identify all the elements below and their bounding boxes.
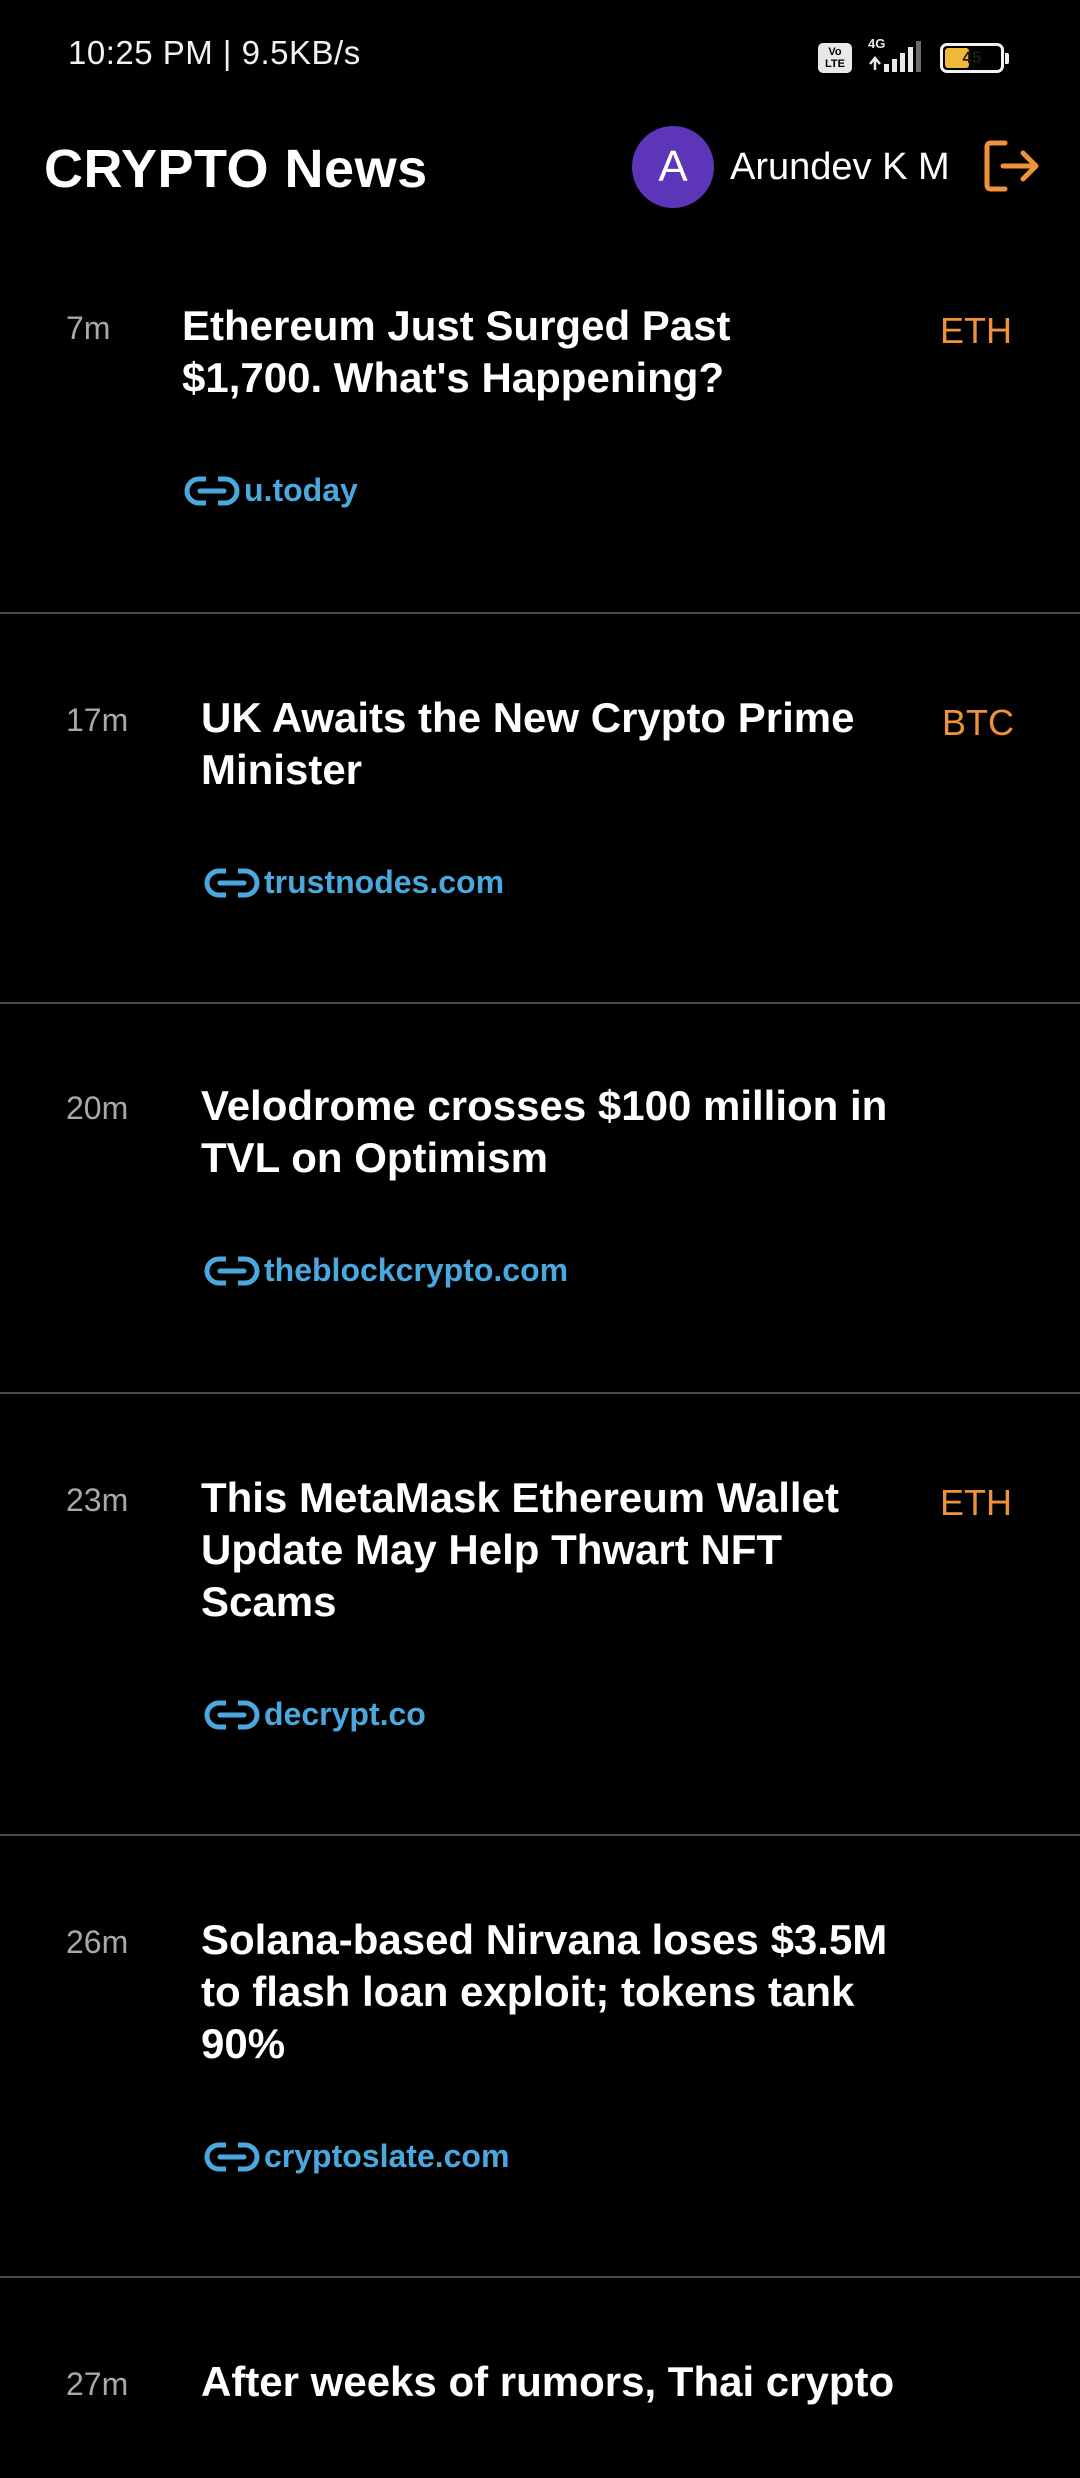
network-type-label: 4G — [868, 36, 886, 51]
news-source-label: trustnodes.com — [264, 864, 505, 900]
link-icon — [204, 1698, 262, 1732]
news-title[interactable]: This MetaMask Ethereum Wallet Update May… — [201, 1472, 901, 1628]
news-age: 23m — [66, 1482, 129, 1518]
news-item[interactable]: 26m Solana-based Nirvana loses $3.5M to … — [0, 1836, 1080, 2278]
status-icons: Vo LTE 4G 45 — [818, 36, 1009, 78]
news-source-link[interactable]: theblockcrypto.com — [204, 1252, 568, 1289]
news-source-label: cryptoslate.com — [264, 2138, 510, 2174]
news-item[interactable]: 23m This MetaMask Ethereum Wallet Update… — [0, 1394, 1080, 1836]
link-icon — [184, 474, 242, 508]
user-profile[interactable]: A Arundev K M — [632, 126, 950, 208]
status-time: 10:25 PM | 9.5KB/s — [68, 34, 361, 71]
news-item[interactable]: 7m Ethereum Just Surged Past $1,700. Wha… — [0, 256, 1080, 614]
link-icon — [204, 2140, 262, 2174]
news-source-link[interactable]: trustnodes.com — [204, 864, 504, 901]
news-feed: 7m Ethereum Just Surged Past $1,700. Wha… — [0, 256, 1080, 2478]
news-age: 7m — [66, 310, 111, 346]
news-item[interactable]: 17m UK Awaits the New Crypto Prime Minis… — [0, 614, 1080, 1004]
logout-button[interactable] — [980, 134, 1044, 198]
news-tag: BTC — [942, 702, 1014, 743]
news-item[interactable]: 27m After weeks of rumors, Thai crypto — [0, 2278, 1080, 2478]
user-name: Arundev K M — [730, 145, 950, 188]
news-age: 27m — [66, 2366, 129, 2402]
app-header: CRYPTO News A Arundev K M — [0, 116, 1080, 256]
news-source-label: theblockcrypto.com — [264, 1252, 569, 1288]
link-icon — [204, 866, 262, 900]
signal-icon: 4G — [866, 36, 926, 78]
status-bar: 10:25 PM | 9.5KB/s Vo LTE 4G 45 — [0, 0, 1080, 116]
news-tag: ETH — [940, 1482, 1012, 1523]
avatar[interactable]: A — [632, 126, 714, 208]
news-source-link[interactable]: cryptoslate.com — [204, 2138, 509, 2175]
news-tag: ETH — [940, 310, 1012, 351]
news-source-label: decrypt.co — [264, 1696, 426, 1732]
link-icon — [204, 1254, 262, 1288]
news-item[interactable]: 20m Velodrome crosses $100 million in TV… — [0, 1004, 1080, 1394]
news-age: 20m — [66, 1090, 129, 1126]
logout-icon — [984, 140, 1039, 192]
news-source-label: u.today — [244, 472, 358, 508]
news-title[interactable]: Solana-based Nirvana loses $3.5M to flas… — [201, 1914, 901, 2070]
news-age: 26m — [66, 1924, 129, 1960]
news-source-link[interactable]: u.today — [184, 472, 358, 509]
news-title[interactable]: UK Awaits the New Crypto Prime Minister — [201, 692, 901, 796]
news-title[interactable]: Ethereum Just Surged Past $1,700. What's… — [182, 300, 882, 404]
battery-level: 45 — [962, 48, 982, 67]
news-source-link[interactable]: decrypt.co — [204, 1696, 426, 1733]
battery-icon: 45 — [940, 43, 1009, 73]
news-title[interactable]: After weeks of rumors, Thai crypto — [201, 2356, 894, 2408]
news-age: 17m — [66, 702, 129, 738]
volte-icon: Vo LTE — [818, 43, 852, 73]
news-title[interactable]: Velodrome crosses $100 million in TVL on… — [201, 1080, 901, 1184]
page-title: CRYPTO News — [44, 139, 428, 199]
